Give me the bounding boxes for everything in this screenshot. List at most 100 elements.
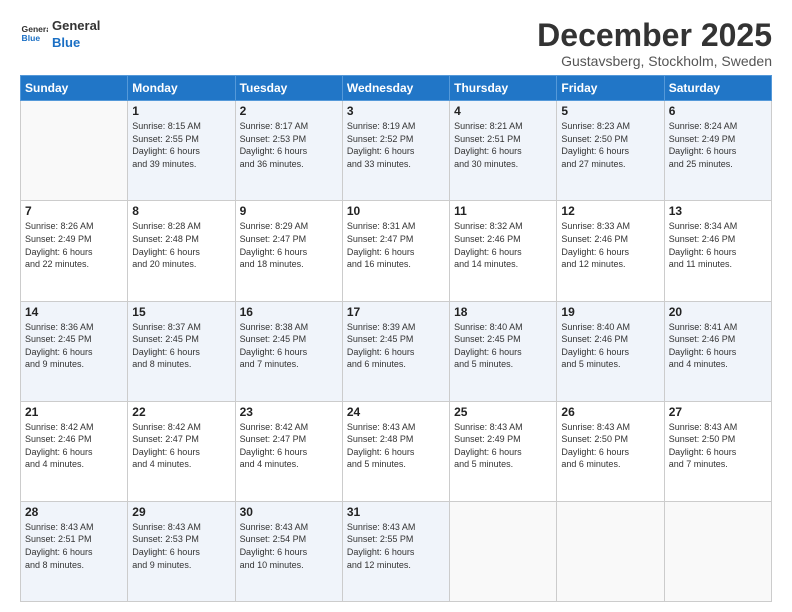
day-header-tuesday: Tuesday — [235, 76, 342, 101]
calendar-cell: 29Sunrise: 8:43 AM Sunset: 2:53 PM Dayli… — [128, 501, 235, 601]
day-info: Sunrise: 8:43 AM Sunset: 2:50 PM Dayligh… — [561, 421, 659, 471]
calendar-cell: 16 Sunrise: 8:38 AM Sunset: 2:45 PM Dayli… — [235, 301, 342, 401]
day-info: Sunrise: 8:42 AM Sunset: 2:47 PM Dayligh… — [240, 421, 338, 471]
calendar-cell: 20 Sunrise: 8:41 AM Sunset: 2:46 PM Dayli… — [664, 301, 771, 401]
calendar-cell: 21Sunrise: 8:42 AM Sunset: 2:46 PM Dayli… — [21, 401, 128, 501]
day-header-saturday: Saturday — [664, 76, 771, 101]
day-info: Sunrise: 8:43 AM Sunset: 2:55 PM Dayligh… — [347, 521, 445, 571]
day-header-monday: Monday — [128, 76, 235, 101]
calendar-cell — [557, 501, 664, 601]
day-header-wednesday: Wednesday — [342, 76, 449, 101]
calendar-title: December 2025 — [537, 18, 772, 53]
day-info: Sunrise: 8:32 AM Sunset: 2:46 PM Dayligh… — [454, 220, 552, 270]
day-info: Sunrise: 8:43 AM Sunset: 2:49 PM Dayligh… — [454, 421, 552, 471]
calendar-cell: 19 Sunrise: 8:40 AM Sunset: 2:46 PM Dayli… — [557, 301, 664, 401]
calendar-week-row: 14Sunrise: 8:36 AM Sunset: 2:45 PM Dayli… — [21, 301, 772, 401]
day-info: Sunrise: 8:43 AM Sunset: 2:50 PM Dayligh… — [669, 421, 767, 471]
calendar-cell: 25 Sunrise: 8:43 AM Sunset: 2:49 PM Dayli… — [450, 401, 557, 501]
day-number: 17 — [347, 305, 445, 319]
calendar-cell: 30Sunrise: 8:43 AM Sunset: 2:54 PM Dayli… — [235, 501, 342, 601]
calendar-cell: 22 Sunrise: 8:42 AM Sunset: 2:47 PM Dayli… — [128, 401, 235, 501]
calendar-cell: 3Sunrise: 8:19 AM Sunset: 2:52 PM Daylig… — [342, 101, 449, 201]
calendar-subtitle: Gustavsberg, Stockholm, Sweden — [537, 53, 772, 69]
day-info: Sunrise: 8:40 AM Sunset: 2:46 PM Dayligh… — [561, 321, 659, 371]
calendar-cell: 28 Sunrise: 8:43 AM Sunset: 2:51 PM Dayli… — [21, 501, 128, 601]
day-number: 18 — [454, 305, 552, 319]
calendar-cell: 24 Sunrise: 8:43 AM Sunset: 2:48 PM Dayli… — [342, 401, 449, 501]
calendar-cell: 10Sunrise: 8:31 AM Sunset: 2:47 PM Dayli… — [342, 201, 449, 301]
calendar-cell — [664, 501, 771, 601]
day-info: Sunrise: 8:39 AM Sunset: 2:45 PM Dayligh… — [347, 321, 445, 371]
day-number: 9 — [240, 204, 338, 218]
header: General Blue General Blue December 2025 … — [20, 18, 772, 69]
calendar-cell: 27Sunrise: 8:43 AM Sunset: 2:50 PM Dayli… — [664, 401, 771, 501]
day-info: Sunrise: 8:15 AM Sunset: 2:55 PM Dayligh… — [132, 120, 230, 170]
calendar-cell: 14Sunrise: 8:36 AM Sunset: 2:45 PM Dayli… — [21, 301, 128, 401]
day-info: Sunrise: 8:21 AM Sunset: 2:51 PM Dayligh… — [454, 120, 552, 170]
svg-text:General: General — [22, 24, 48, 34]
title-block: December 2025 Gustavsberg, Stockholm, Sw… — [537, 18, 772, 69]
day-info: Sunrise: 8:38 AM Sunset: 2:45 PM Dayligh… — [240, 321, 338, 371]
day-number: 8 — [132, 204, 230, 218]
logo-general: General — [52, 18, 100, 35]
day-info: Sunrise: 8:37 AM Sunset: 2:45 PM Dayligh… — [132, 321, 230, 371]
day-info: Sunrise: 8:40 AM Sunset: 2:45 PM Dayligh… — [454, 321, 552, 371]
calendar-cell: 8Sunrise: 8:28 AM Sunset: 2:48 PM Daylig… — [128, 201, 235, 301]
day-number: 23 — [240, 405, 338, 419]
day-number: 16 — [240, 305, 338, 319]
calendar-cell: 12 Sunrise: 8:33 AM Sunset: 2:46 PM Dayli… — [557, 201, 664, 301]
day-info: Sunrise: 8:34 AM Sunset: 2:46 PM Dayligh… — [669, 220, 767, 270]
calendar-cell: 13Sunrise: 8:34 AM Sunset: 2:46 PM Dayli… — [664, 201, 771, 301]
day-info: Sunrise: 8:43 AM Sunset: 2:54 PM Dayligh… — [240, 521, 338, 571]
day-info: Sunrise: 8:41 AM Sunset: 2:46 PM Dayligh… — [669, 321, 767, 371]
day-number: 25 — [454, 405, 552, 419]
calendar-cell: 9 Sunrise: 8:29 AM Sunset: 2:47 PM Daylig… — [235, 201, 342, 301]
day-number: 2 — [240, 104, 338, 118]
day-number: 22 — [132, 405, 230, 419]
day-info: Sunrise: 8:42 AM Sunset: 2:46 PM Dayligh… — [25, 421, 123, 471]
day-info: Sunrise: 8:17 AM Sunset: 2:53 PM Dayligh… — [240, 120, 338, 170]
day-number: 19 — [561, 305, 659, 319]
day-number: 1 — [132, 104, 230, 118]
day-number: 24 — [347, 405, 445, 419]
day-number: 29 — [132, 505, 230, 519]
calendar-cell: 11 Sunrise: 8:32 AM Sunset: 2:46 PM Dayli… — [450, 201, 557, 301]
day-number: 14 — [25, 305, 123, 319]
calendar-week-row: 1 Sunrise: 8:15 AM Sunset: 2:55 PM Daylig… — [21, 101, 772, 201]
calendar-cell: 1 Sunrise: 8:15 AM Sunset: 2:55 PM Daylig… — [128, 101, 235, 201]
day-info: Sunrise: 8:26 AM Sunset: 2:49 PM Dayligh… — [25, 220, 123, 270]
calendar-cell: 4 Sunrise: 8:21 AM Sunset: 2:51 PM Daylig… — [450, 101, 557, 201]
day-info: Sunrise: 8:43 AM Sunset: 2:48 PM Dayligh… — [347, 421, 445, 471]
calendar-cell: 23 Sunrise: 8:42 AM Sunset: 2:47 PM Dayli… — [235, 401, 342, 501]
day-number: 12 — [561, 204, 659, 218]
day-number: 11 — [454, 204, 552, 218]
calendar-cell: 31 Sunrise: 8:43 AM Sunset: 2:55 PM Dayli… — [342, 501, 449, 601]
calendar-header-row: SundayMondayTuesdayWednesdayThursdayFrid… — [21, 76, 772, 101]
day-number: 26 — [561, 405, 659, 419]
day-number: 4 — [454, 104, 552, 118]
day-number: 20 — [669, 305, 767, 319]
day-number: 5 — [561, 104, 659, 118]
calendar-cell: 5 Sunrise: 8:23 AM Sunset: 2:50 PM Daylig… — [557, 101, 664, 201]
day-number: 31 — [347, 505, 445, 519]
day-info: Sunrise: 8:23 AM Sunset: 2:50 PM Dayligh… — [561, 120, 659, 170]
day-info: Sunrise: 8:24 AM Sunset: 2:49 PM Dayligh… — [669, 120, 767, 170]
day-header-friday: Friday — [557, 76, 664, 101]
calendar-cell: 18 Sunrise: 8:40 AM Sunset: 2:45 PM Dayli… — [450, 301, 557, 401]
day-info: Sunrise: 8:42 AM Sunset: 2:47 PM Dayligh… — [132, 421, 230, 471]
day-number: 7 — [25, 204, 123, 218]
day-info: Sunrise: 8:29 AM Sunset: 2:47 PM Dayligh… — [240, 220, 338, 270]
day-info: Sunrise: 8:33 AM Sunset: 2:46 PM Dayligh… — [561, 220, 659, 270]
page: General Blue General Blue December 2025 … — [0, 0, 792, 612]
day-info: Sunrise: 8:31 AM Sunset: 2:47 PM Dayligh… — [347, 220, 445, 270]
calendar-week-row: 7 Sunrise: 8:26 AM Sunset: 2:49 PM Daylig… — [21, 201, 772, 301]
calendar-cell: 15 Sunrise: 8:37 AM Sunset: 2:45 PM Dayli… — [128, 301, 235, 401]
day-number: 28 — [25, 505, 123, 519]
day-number: 6 — [669, 104, 767, 118]
logo-icon: General Blue — [20, 21, 48, 49]
day-header-sunday: Sunday — [21, 76, 128, 101]
day-number: 15 — [132, 305, 230, 319]
day-info: Sunrise: 8:43 AM Sunset: 2:51 PM Dayligh… — [25, 521, 123, 571]
calendar-cell: 26 Sunrise: 8:43 AM Sunset: 2:50 PM Dayli… — [557, 401, 664, 501]
calendar-cell — [21, 101, 128, 201]
